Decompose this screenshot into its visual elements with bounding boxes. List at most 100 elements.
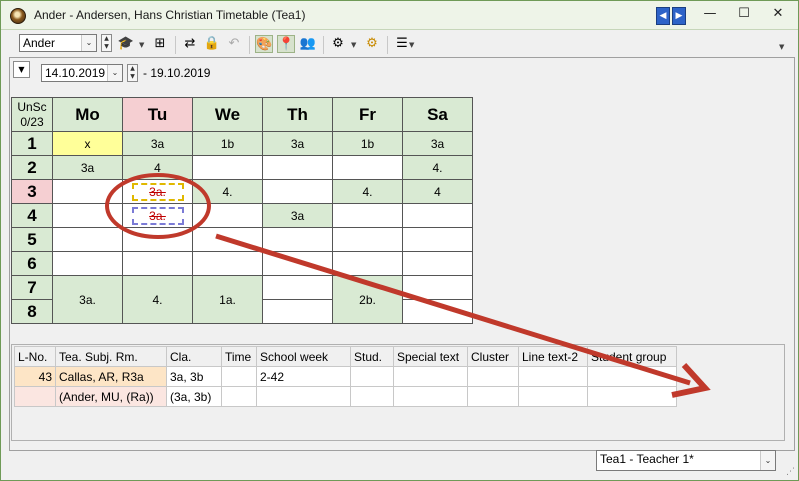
- teacher-select[interactable]: Tea1 - Teacher 1* ⌄: [596, 450, 776, 471]
- timetable-cell[interactable]: [332, 155, 403, 180]
- close-button[interactable]: ✕: [763, 5, 793, 23]
- timetable-cell[interactable]: 4.: [122, 275, 193, 324]
- gear-icon[interactable]: ⚙: [363, 35, 381, 53]
- timetable-cell-selected[interactable]: 3a.: [122, 179, 193, 204]
- table-cell[interactable]: [393, 366, 468, 387]
- period-header-2[interactable]: 2: [11, 155, 53, 180]
- period-header-1[interactable]: 1: [11, 131, 53, 156]
- date-spinner[interactable]: ▲ ▼: [127, 64, 138, 82]
- column-header[interactable]: Student group: [587, 346, 677, 367]
- moved-lesson[interactable]: 3a.: [131, 182, 184, 201]
- chevron-down-icon[interactable]: ⌄: [107, 65, 122, 81]
- column-header[interactable]: Cla.: [166, 346, 222, 367]
- element-spinner[interactable]: ▲ ▼: [101, 34, 112, 52]
- period-header-8[interactable]: 8: [11, 299, 53, 324]
- table-cell[interactable]: [518, 366, 588, 387]
- toolbar-overflow-icon[interactable]: ▼: [779, 43, 784, 51]
- timetable-cell[interactable]: [262, 155, 333, 180]
- timetable-cell[interactable]: 4.: [192, 179, 263, 204]
- spin-down-icon[interactable]: ▼: [130, 73, 135, 80]
- timetable-cell[interactable]: [262, 299, 333, 324]
- settings-toggle-icon[interactable]: ▼: [13, 61, 30, 78]
- timetable-cell[interactable]: 3a: [52, 155, 123, 180]
- start-date-picker[interactable]: 14.10.2019 ⌄: [41, 64, 123, 82]
- table-cell[interactable]: [518, 386, 588, 407]
- column-header[interactable]: Line text-2: [518, 346, 588, 367]
- table-cell[interactable]: 2-42: [256, 366, 351, 387]
- period-header-5[interactable]: 5: [11, 227, 53, 252]
- table-cell[interactable]: 3a, 3b: [166, 366, 222, 387]
- day-header-fr[interactable]: Fr: [332, 97, 403, 132]
- timetable-cell[interactable]: 3a: [262, 203, 333, 228]
- timetable-cell[interactable]: [52, 227, 123, 252]
- dropdown-arrow-icon[interactable]: ▼: [139, 41, 144, 49]
- timetable-cell[interactable]: [192, 251, 263, 276]
- column-header[interactable]: L-No.: [14, 346, 56, 367]
- period-header-4[interactable]: 4: [11, 203, 53, 228]
- column-header[interactable]: Tea. Subj. Rm.: [55, 346, 167, 367]
- table-cell[interactable]: [467, 386, 519, 407]
- timetable-cell[interactable]: [52, 203, 123, 228]
- timetable-cell[interactable]: [192, 227, 263, 252]
- settings-page-icon[interactable]: ⚙: [329, 35, 347, 53]
- lock-icon[interactable]: 🔒: [203, 35, 221, 53]
- maximize-button[interactable]: ☐: [729, 5, 759, 23]
- table-row[interactable]: (Ander, MU, (Ra)) (3a, 3b): [14, 386, 677, 407]
- table-cell[interactable]: [14, 386, 56, 407]
- table-cell[interactable]: [587, 386, 677, 407]
- day-header-mo[interactable]: Mo: [52, 97, 123, 132]
- table-cell[interactable]: [587, 366, 677, 387]
- graduation-cap-icon[interactable]: 🎓: [117, 35, 135, 53]
- timetable-cell[interactable]: 4.: [332, 179, 403, 204]
- table-cell[interactable]: [221, 366, 257, 387]
- timetable-cell[interactable]: [402, 299, 473, 324]
- timetable-cell[interactable]: [332, 251, 403, 276]
- timetable-cell[interactable]: x: [52, 131, 123, 156]
- moved-lesson[interactable]: 3a.: [131, 206, 184, 225]
- timetable-cell[interactable]: [402, 275, 473, 300]
- resize-grip-icon[interactable]: ⋰: [786, 467, 795, 477]
- chevron-down-icon[interactable]: ⌄: [760, 451, 775, 470]
- column-header[interactable]: Special text: [393, 346, 468, 367]
- timetable-cell-selected[interactable]: 3a.: [122, 203, 193, 228]
- column-header[interactable]: Cluster: [467, 346, 519, 367]
- period-header-6[interactable]: 6: [11, 251, 53, 276]
- timetable-cell[interactable]: [262, 275, 333, 300]
- dropdown-arrow-icon[interactable]: ▼: [351, 41, 356, 49]
- table-cell[interactable]: [350, 386, 394, 407]
- timetable-cell[interactable]: 3a: [122, 131, 193, 156]
- timetable-cell[interactable]: [402, 227, 473, 252]
- spin-down-icon[interactable]: ▼: [104, 43, 109, 50]
- table-cell[interactable]: 43: [14, 366, 56, 387]
- previous-element-icon[interactable]: ◀: [656, 7, 670, 25]
- swap-icon[interactable]: ⇄: [181, 35, 199, 53]
- day-header-tu[interactable]: Tu: [122, 97, 193, 132]
- timetable-cell[interactable]: [52, 179, 123, 204]
- pin-icon[interactable]: 📍: [277, 35, 295, 53]
- chevron-down-icon[interactable]: ⌄: [81, 35, 96, 51]
- day-header-th[interactable]: Th: [262, 97, 333, 132]
- timetable-cell[interactable]: 3a: [402, 131, 473, 156]
- timetable-cell[interactable]: [262, 227, 333, 252]
- timetable-cell[interactable]: [192, 203, 263, 228]
- dropdown-arrow-icon[interactable]: ▼: [409, 41, 414, 49]
- timetable-cell[interactable]: [262, 251, 333, 276]
- people-icon[interactable]: 👥: [299, 35, 317, 53]
- day-header-sa[interactable]: Sa: [402, 97, 473, 132]
- timetable-cell[interactable]: [262, 179, 333, 204]
- day-header-we[interactable]: We: [192, 97, 263, 132]
- timetable-cell[interactable]: 1a.: [192, 275, 263, 324]
- timetable-cell[interactable]: 1b: [192, 131, 263, 156]
- timetable-cell[interactable]: 1b: [332, 131, 403, 156]
- table-cell[interactable]: [350, 366, 394, 387]
- table-cell[interactable]: [467, 366, 519, 387]
- table-cell[interactable]: (Ander, MU, (Ra)): [55, 386, 167, 407]
- timetable-cell[interactable]: [122, 251, 193, 276]
- column-header[interactable]: Stud.: [350, 346, 394, 367]
- spin-up-icon[interactable]: ▲: [130, 65, 135, 72]
- timetable-cell[interactable]: [192, 155, 263, 180]
- timetable-cell[interactable]: 4.: [402, 155, 473, 180]
- timetable-cell[interactable]: 2b.: [332, 275, 403, 324]
- next-element-icon[interactable]: ▶: [672, 7, 686, 25]
- palette-icon[interactable]: 🎨: [255, 35, 273, 53]
